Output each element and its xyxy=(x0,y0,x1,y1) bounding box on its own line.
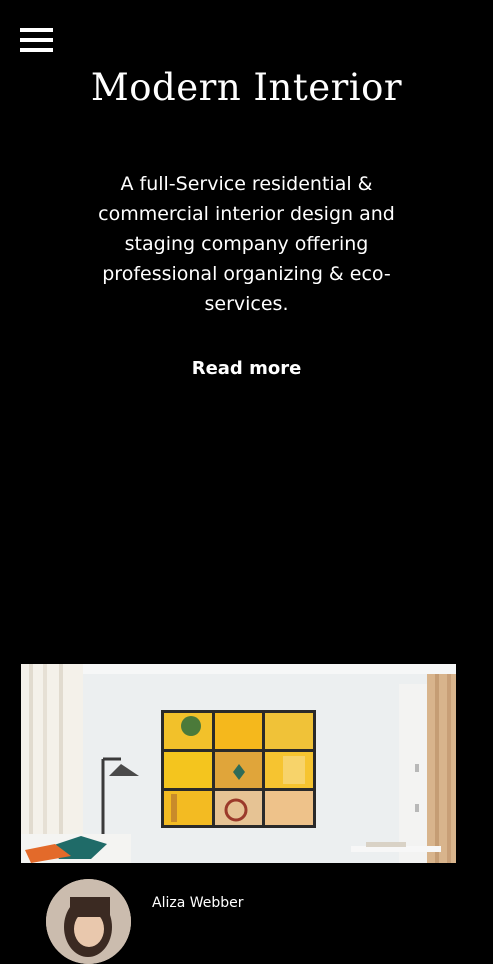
read-more-link[interactable]: Read more xyxy=(0,358,493,379)
author-avatar[interactable] xyxy=(46,879,131,964)
living-room-image[interactable] xyxy=(21,664,456,863)
author-name[interactable]: Aliza Webber xyxy=(152,895,244,911)
hamburger-menu-icon[interactable] xyxy=(20,28,53,54)
page-title: Modern Interior xyxy=(90,66,403,109)
hero-description: A full-Service residential & commercial … xyxy=(98,173,395,315)
